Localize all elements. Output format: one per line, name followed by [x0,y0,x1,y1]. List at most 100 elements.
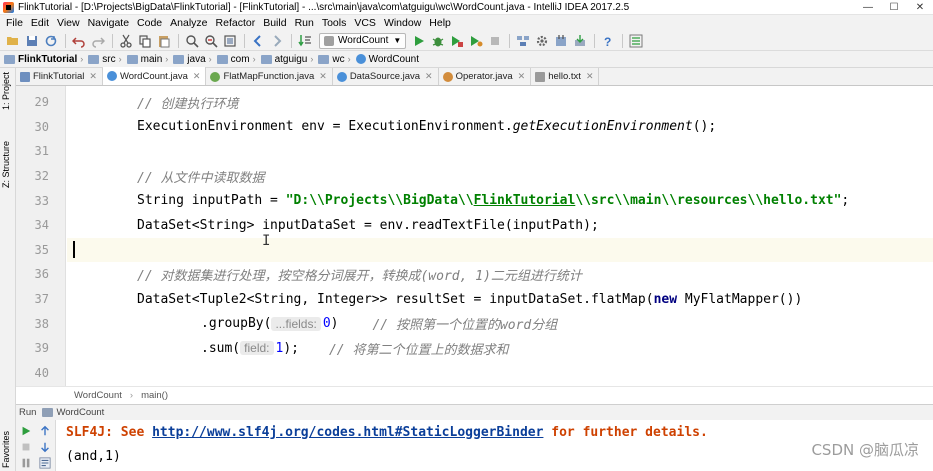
code-line: .groupBy(...fields: 0) // 按照第一个位置的word分组 [67,311,933,336]
pause-icon[interactable] [19,456,33,470]
tab-label: FlatMapFunction.java [223,71,315,82]
structure-tool-button[interactable]: Z: Structure [1,141,11,188]
code-line: DataSet<Tuple2<String, Integer>> resultS… [67,287,933,312]
fullscreen-icon[interactable] [221,32,238,49]
tab-hello-txt[interactable]: hello.txt ✕ [531,68,600,85]
favorites-tool-button[interactable]: Favorites [1,431,11,468]
code-keyword: new [653,291,678,307]
forward-icon[interactable] [268,32,285,49]
menu-code[interactable]: Code [134,17,167,29]
rerun-icon[interactable] [19,424,33,438]
debug-icon[interactable] [429,32,446,49]
nav-crumb-label: src [102,53,116,65]
copy-icon[interactable] [136,32,153,49]
undo-icon[interactable] [70,32,87,49]
redo-icon[interactable] [89,32,106,49]
code-text: DataSet<String> inputDataSet = env.readT… [137,217,599,233]
help-icon[interactable]: ? [599,32,616,49]
nav-crumb-label: java [187,53,206,65]
run-configuration-select[interactable]: WordCount ▼ [319,32,407,49]
stop-icon[interactable] [19,440,33,454]
tab-wordcount[interactable]: WordCount.java ✕ [102,67,207,85]
maximize-button[interactable]: ☐ [881,0,907,15]
menu-refactor[interactable]: Refactor [213,17,261,29]
save-all-icon[interactable] [23,32,40,49]
minimize-button[interactable]: — [855,0,881,15]
mouse-ibeam-cursor-icon: I [262,233,271,249]
code-text: (); [692,119,717,135]
replace-icon[interactable] [202,32,219,49]
sdk-icon[interactable] [552,32,569,49]
menu-run[interactable]: Run [292,17,319,29]
close-icon[interactable]: ✕ [89,71,97,82]
close-icon[interactable]: ✕ [586,71,594,82]
breadcrumb-class[interactable]: WordCount [74,390,122,401]
arrow-down-icon[interactable] [38,440,52,454]
close-button[interactable]: ✕ [907,0,933,15]
menu-help[interactable]: Help [426,17,456,29]
code-comment: // 对数据集进行处理，按空格分词展开，转换成(word, 1)二元组进行统计 [137,268,582,284]
tab-flatmapfunction[interactable]: FlatMapFunction.java ✕ [206,68,333,85]
close-icon[interactable]: ✕ [518,71,526,82]
nav-crumb-java[interactable]: java › [173,54,214,65]
code-area[interactable]: // 创建执行环境 ExecutionEnvironment env = Exe… [67,86,933,386]
project-tool-button[interactable]: 1: Project [1,72,11,110]
sync-icon[interactable] [42,32,59,49]
tab-flinktutorial[interactable]: FlinkTutorial ✕ [16,68,103,85]
menu-navigate[interactable]: Navigate [85,17,134,29]
menu-build[interactable]: Build [260,17,291,29]
code-text: MyFlatMapper()) [677,291,803,307]
find-icon[interactable] [183,32,200,49]
nav-crumb-atguigu[interactable]: atguigu › [260,54,317,65]
nav-crumb-wc[interactable]: wc › [318,54,353,65]
console-link[interactable]: http://www.slf4j.org/codes.html#StaticLo… [152,425,543,440]
chevron-right-icon: › [252,54,256,64]
nav-crumb-src[interactable]: src › [88,54,124,65]
back-icon[interactable] [249,32,266,49]
menu-vcs[interactable]: VCS [351,17,381,29]
stop-icon[interactable] [486,32,503,49]
code-line: // 对数据集进行处理，按空格分词展开，转换成(word, 1)二元组进行统计 [67,262,933,287]
watermark: CSDN @脑瓜凉 [811,441,919,459]
nav-crumb-project[interactable]: FlinkTutorial › [4,54,86,65]
cut-icon[interactable] [117,32,134,49]
code-editor[interactable]: 29 30 31 32 33 34 35 36 37 38 39 40 // 创… [16,86,933,386]
menu-edit[interactable]: Edit [28,17,54,29]
code-text: .groupBy( [201,316,272,332]
settings-icon[interactable] [533,32,550,49]
make-project-icon[interactable] [296,32,313,49]
nav-crumb-label: WordCount [368,53,420,65]
menu-analyze[interactable]: Analyze [167,17,212,29]
project-structure-icon[interactable] [514,32,531,49]
nav-crumb-wordcount[interactable]: WordCount [355,53,420,65]
close-icon[interactable]: ✕ [319,71,327,82]
nav-crumb-main[interactable]: main › [126,54,172,65]
code-string: \\src\\main\\resources\\hello.txt" [575,193,842,209]
nav-crumb-com[interactable]: com › [216,54,259,65]
soft-wrap-icon[interactable] [38,456,52,470]
close-icon[interactable]: ✕ [425,71,433,82]
run-with-coverage-icon[interactable] [448,32,465,49]
paste-icon[interactable] [155,32,172,49]
tab-datasource[interactable]: DataSource.java ✕ [333,68,439,85]
open-folder-icon[interactable] [4,32,21,49]
run-config-tab[interactable]: WordCount [56,407,104,418]
vcs-icon[interactable] [627,32,644,49]
left-tool-stripe: 1: Project Z: Structure Favorites [0,68,16,471]
profile-icon[interactable] [467,32,484,49]
run-icon[interactable] [410,32,427,49]
console-output[interactable]: SLF4J: See http://www.slf4j.org/codes.ht… [66,420,926,471]
menu-file[interactable]: File [3,17,28,29]
tab-operator[interactable]: Operator.java ✕ [439,68,532,85]
line-number: 33 [34,193,49,208]
toolbar-separator [291,33,292,48]
arrow-up-icon[interactable] [38,424,52,438]
menu-tools[interactable]: Tools [319,17,352,29]
breadcrumb-method[interactable]: main() [141,390,168,401]
sdk-download-icon[interactable] [571,32,588,49]
code-number: 1 [275,340,284,356]
close-icon[interactable]: ✕ [193,71,201,82]
menu-view[interactable]: View [54,17,85,29]
menu-window[interactable]: Window [381,17,426,29]
